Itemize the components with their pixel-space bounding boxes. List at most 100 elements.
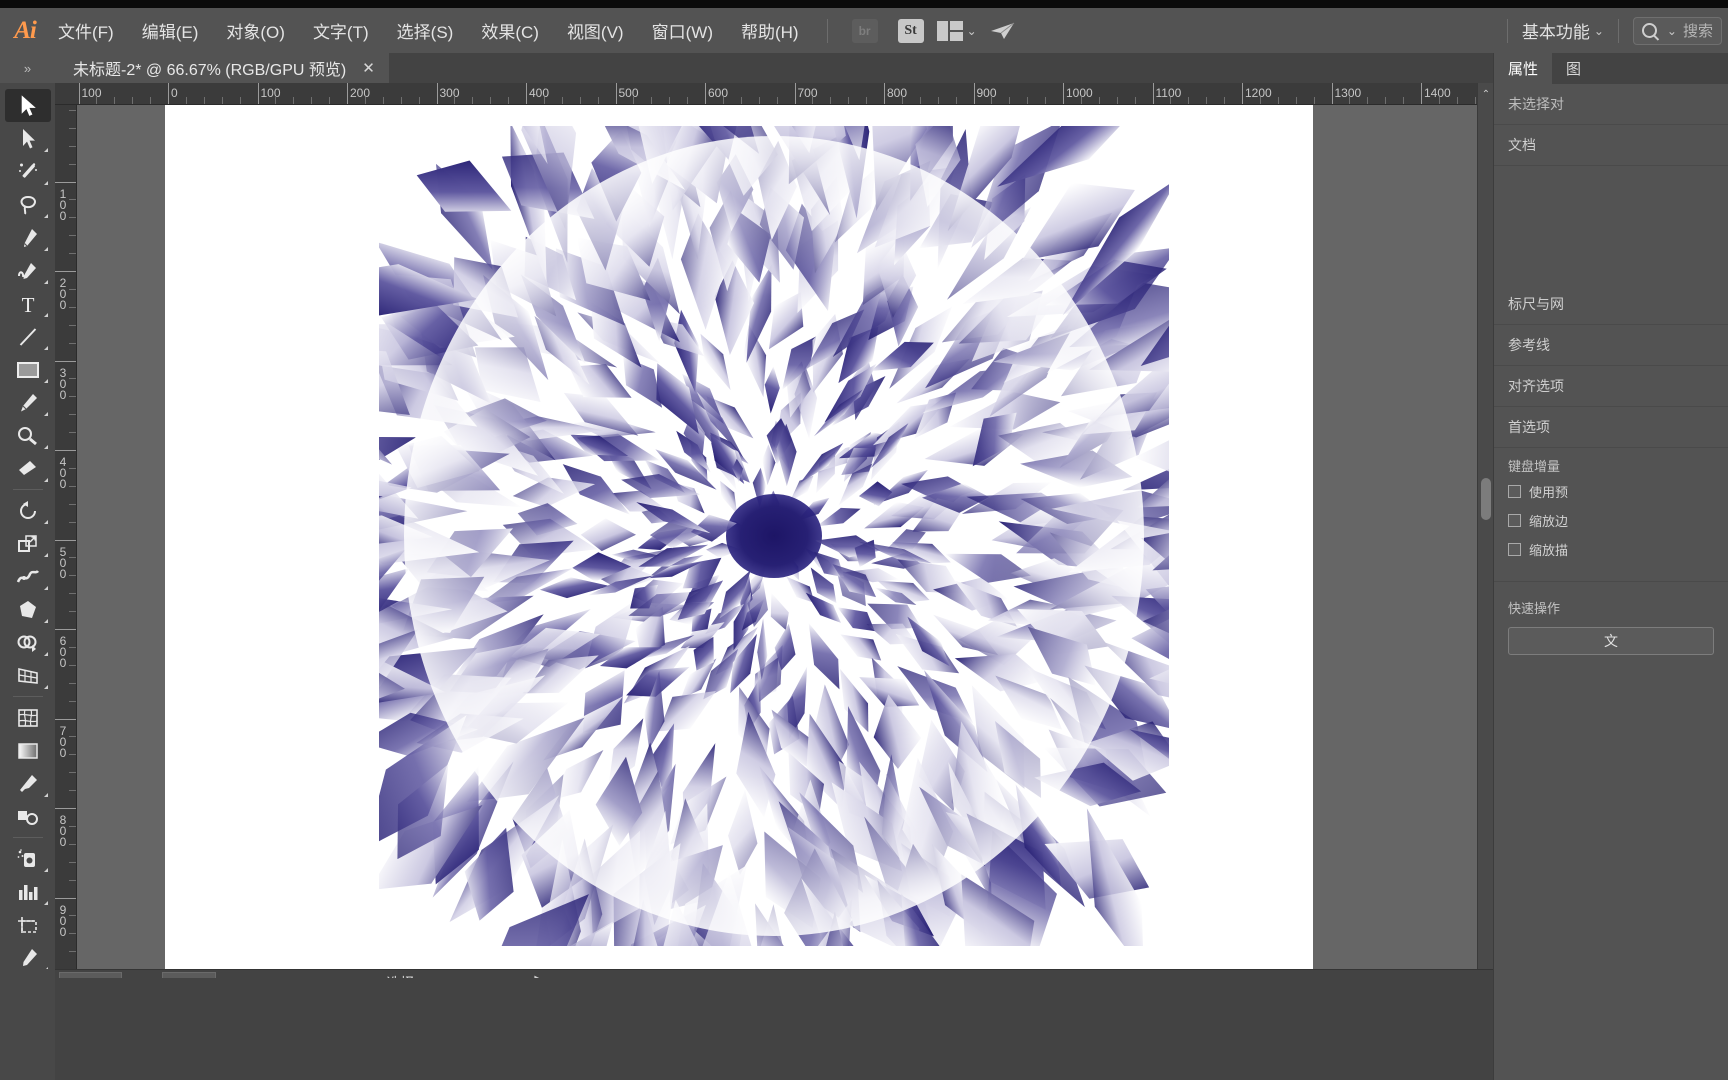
tab-properties[interactable]: 属性 (1494, 53, 1553, 84)
pen-tool[interactable] (5, 221, 51, 254)
ruler-tick-minor (69, 915, 76, 917)
section-align-options[interactable]: 对齐选项 (1494, 366, 1728, 407)
boat-promo-icon[interactable] (988, 18, 1018, 44)
properties-panel: 属性 图 未选择对 文档 标尺与网 参考线 对齐选项 首选项 键盘增量 使用预 … (1493, 53, 1728, 1080)
ruler-label: 400 (529, 86, 550, 100)
menu-type[interactable]: 文字(T) (303, 14, 379, 47)
ruler-tick-minor (239, 97, 241, 104)
menu-object[interactable]: 对象(O) (216, 14, 295, 47)
ruler-tick-minor (1456, 97, 1458, 104)
ruler-tick-minor (69, 772, 76, 774)
section-preferences[interactable]: 首选项 (1494, 407, 1728, 448)
adobe-stock-icon[interactable]: St (896, 18, 926, 44)
bridge-icon-glyph: br (851, 18, 878, 43)
shape-builder-tool[interactable] (5, 626, 51, 659)
panel-collapse-button[interactable]: » (0, 53, 55, 83)
symbol-sprayer-tool[interactable] (5, 842, 51, 875)
ruler-tick-minor (472, 97, 474, 104)
bridge-icon[interactable]: br (850, 18, 880, 44)
ruler-tick-minor (69, 933, 76, 935)
ruler-tick-minor (69, 736, 76, 738)
horizontal-ruler[interactable]: 100 0 100 200 300 400 500 600 700 800 900 1000 1100 1… (55, 83, 1493, 105)
artboard-tool[interactable] (5, 908, 51, 941)
canvas-area[interactable] (77, 105, 1477, 980)
direct-selection-tool[interactable] (5, 122, 51, 155)
shaper-tool[interactable] (5, 419, 51, 452)
column-graph-tool[interactable] (5, 875, 51, 908)
artwork-fractal-flower[interactable] (379, 126, 1169, 946)
ruler-tick-minor (69, 342, 76, 344)
workspace-switcher[interactable]: 基本功能 (1522, 18, 1590, 43)
menu-effect[interactable]: 效果(C) (471, 14, 549, 47)
panel-divider (1494, 564, 1728, 582)
workspace-chevron-down-icon[interactable]: ⌄ (1594, 24, 1604, 38)
type-tool[interactable]: T (5, 287, 51, 320)
menu-view[interactable]: 视图(V) (557, 14, 634, 47)
arrange-documents-icon[interactable]: ⌄ (936, 18, 977, 44)
scrollbar-thumb[interactable] (1481, 478, 1491, 520)
menu-select[interactable]: 选择(S) (387, 14, 464, 47)
ruler-tick-minor (740, 97, 742, 104)
tab-layers[interactable]: 图 (1552, 53, 1595, 84)
ruler-tick-major (55, 360, 76, 362)
ruler-label: 1400 (1424, 86, 1451, 100)
ruler-tick-minor (69, 861, 76, 863)
lasso-tool[interactable] (5, 188, 51, 221)
menu-window[interactable]: 窗口(W) (642, 14, 723, 47)
free-transform-tool[interactable] (5, 593, 51, 626)
perspective-grid-tool[interactable] (5, 659, 51, 692)
canvas-vertical-scrollbar[interactable]: ⌃ (1477, 83, 1493, 980)
ruler-label: 500 (618, 86, 639, 100)
ruler-tick-minor (633, 97, 635, 104)
ruler-tick-minor (848, 97, 850, 104)
checkbox-scale-corners[interactable]: 缩放描 (1494, 535, 1728, 564)
curvature-tool[interactable] (5, 254, 51, 287)
ruler-tick-minor (418, 97, 420, 104)
ruler-tick-minor (490, 97, 492, 104)
ruler-tick-minor (69, 324, 76, 326)
artboard[interactable] (165, 105, 1313, 970)
document-section-label[interactable]: 文档 (1494, 125, 1728, 166)
ruler-tick-minor (1170, 97, 1172, 104)
quick-action-button[interactable]: 文 (1508, 627, 1714, 655)
scroll-up-icon[interactable]: ⌃ (1478, 86, 1494, 102)
menu-help[interactable]: 帮助(H) (731, 14, 809, 47)
eraser-tool[interactable] (5, 452, 51, 485)
ruler-tick-minor (1188, 97, 1190, 104)
vertical-ruler[interactable]: 1002003004005006007008009001000 (55, 105, 77, 980)
ruler-tick-minor (1259, 97, 1261, 104)
rotate-tool[interactable] (5, 494, 51, 527)
search-field[interactable]: ⌄ 搜索 (1632, 16, 1722, 45)
app-logo-icon: Ai (14, 16, 37, 44)
checkbox-scale-strokes[interactable]: 缩放边 (1494, 506, 1728, 535)
checkbox-use-preview[interactable]: 使用预 (1494, 477, 1728, 506)
document-tab[interactable]: 未标题-2* @ 66.67% (RGB/GPU 预览) ✕ (55, 53, 389, 83)
paintbrush-tool[interactable] (5, 386, 51, 419)
close-icon[interactable]: ✕ (362, 59, 375, 77)
width-tool[interactable] (5, 560, 51, 593)
selection-tool[interactable] (4, 89, 51, 122)
ruler-tick-minor (69, 288, 76, 290)
scale-tool[interactable] (5, 527, 51, 560)
blend-tool[interactable] (5, 800, 51, 833)
ruler-tick-minor (454, 97, 456, 104)
section-rulers-grid[interactable]: 标尺与网 (1494, 284, 1728, 325)
magic-wand-tool[interactable] (5, 155, 51, 188)
gradient-tool[interactable] (5, 734, 51, 767)
menu-file[interactable]: 文件(F) (48, 14, 124, 47)
ruler-label: 100 (81, 86, 102, 100)
rectangle-tool[interactable] (5, 353, 51, 386)
ruler-tick-minor (69, 557, 76, 559)
checkbox-box-icon (1508, 485, 1521, 498)
section-guides[interactable]: 参考线 (1494, 325, 1728, 366)
ruler-tick-minor (69, 503, 76, 505)
document-tab-label: 未标题-2* @ 66.67% (RGB/GPU 预览) (73, 62, 347, 79)
ruler-tick-minor (400, 97, 402, 104)
eyedropper-tool[interactable] (5, 767, 51, 800)
checkbox-scale-corners-label: 缩放描 (1529, 543, 1569, 558)
quick-actions-label: 快速操作 (1508, 601, 1561, 616)
ruler-label: 100 (260, 86, 281, 100)
menu-edit[interactable]: 编辑(E) (132, 14, 209, 47)
line-segment-tool[interactable] (5, 320, 51, 353)
mesh-tool[interactable] (5, 701, 51, 734)
